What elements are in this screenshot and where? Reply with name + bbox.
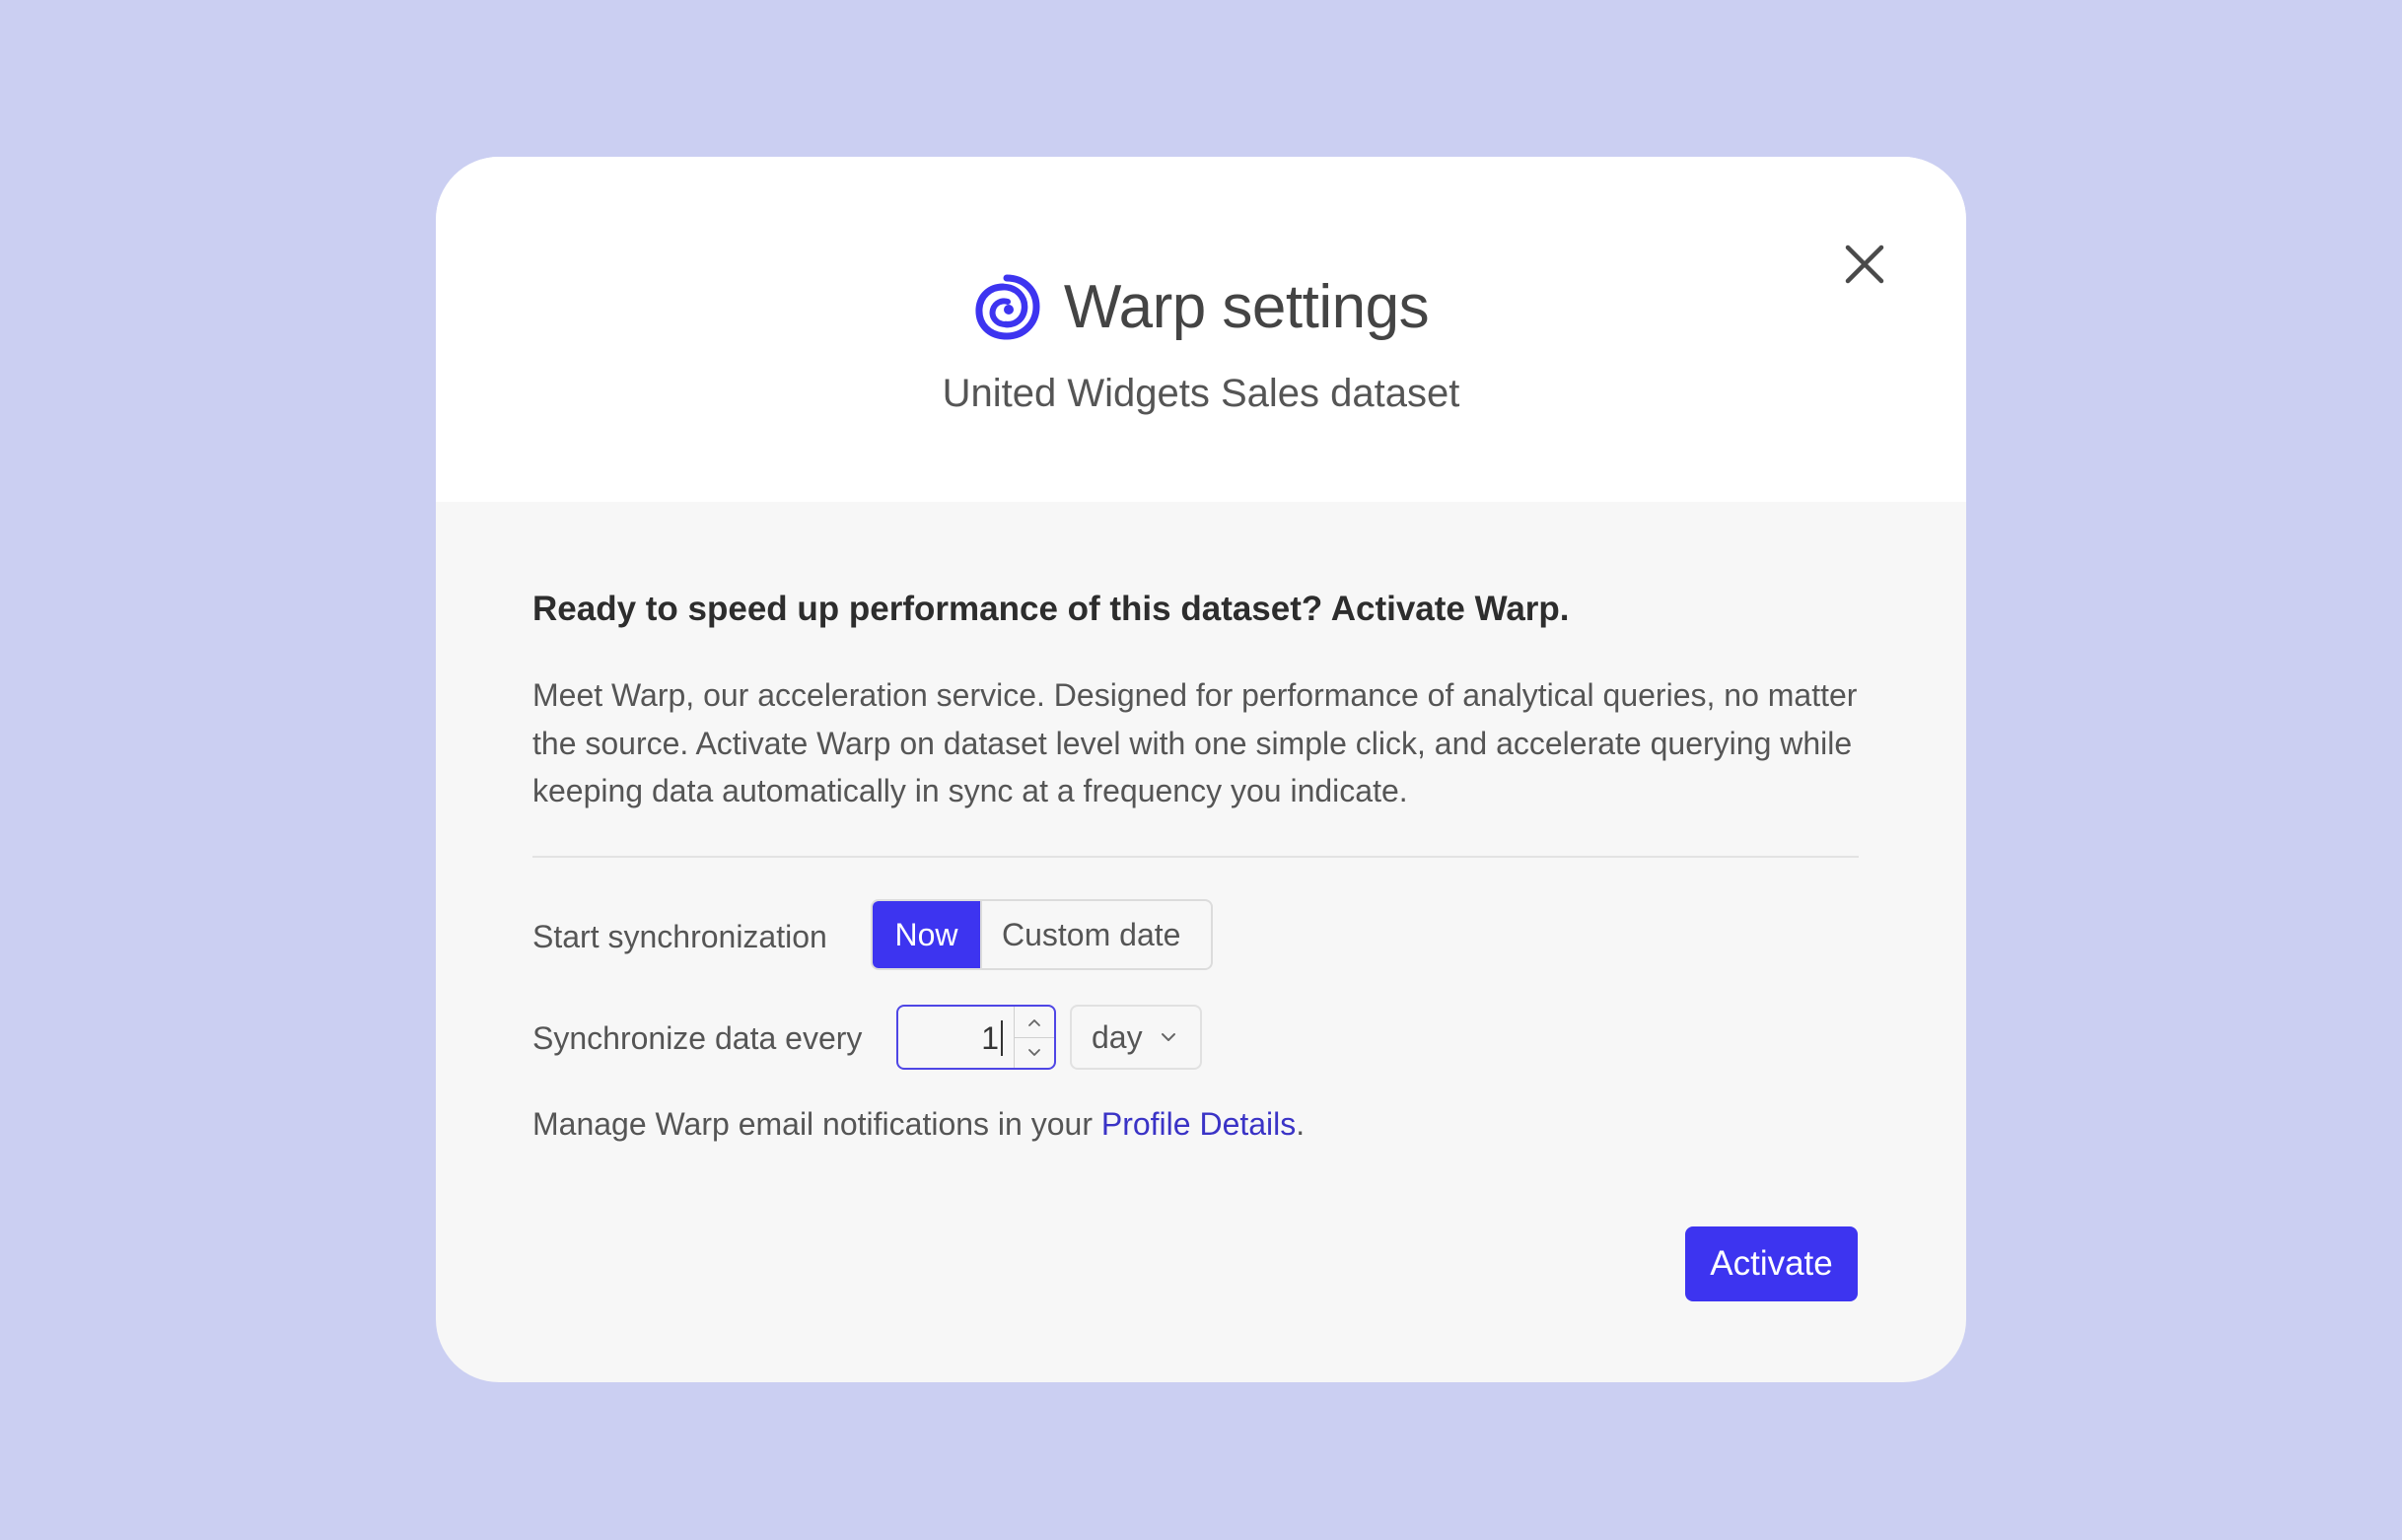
increment-button[interactable] (1015, 1007, 1054, 1038)
dialog-header: Warp settings United Widgets Sales datas… (436, 157, 1966, 502)
chevron-down-icon (1028, 1048, 1040, 1056)
notifications-text: Manage Warp email notifications in your (532, 1106, 1101, 1142)
warp-settings-dialog: Warp settings United Widgets Sales datas… (436, 157, 1966, 1382)
chevron-down-icon (1161, 1033, 1175, 1041)
notifications-period: . (1296, 1106, 1306, 1142)
sync-unit-select[interactable]: day (1070, 1005, 1202, 1070)
intro-description: Meet Warp, our acceleration service. Des… (532, 677, 1858, 808)
custom-date-option[interactable]: Custom date (980, 901, 1211, 968)
sync-unit-value: day (1092, 1018, 1143, 1055)
start-sync-label: Start synchronization (532, 919, 827, 954)
chevron-up-icon (1028, 1018, 1040, 1026)
title-row: Warp settings (436, 273, 1966, 342)
divider (532, 856, 1859, 858)
profile-details-link[interactable]: Profile Details (1101, 1106, 1296, 1142)
start-now-option[interactable]: Now (873, 901, 980, 968)
number-stepper (1014, 1007, 1054, 1068)
intro-heading: Ready to speed up performance of this da… (532, 590, 1570, 628)
dialog-title: Warp settings (1063, 273, 1430, 341)
text-caret (1001, 1020, 1003, 1056)
sync-frequency-value: 1 (981, 1020, 999, 1056)
sync-frequency-input[interactable]: 1 (896, 1005, 1056, 1070)
activate-button[interactable]: Activate (1685, 1226, 1858, 1301)
start-sync-toggle: Now Custom date (871, 899, 1213, 970)
dataset-name: United Widgets Sales dataset (942, 372, 1460, 415)
warp-swirl-icon (975, 274, 1040, 340)
notifications-note: Manage Warp email notifications in your … (532, 1104, 1305, 1144)
sync-frequency-label: Synchronize data every (532, 1020, 863, 1056)
decrement-button[interactable] (1015, 1037, 1054, 1068)
